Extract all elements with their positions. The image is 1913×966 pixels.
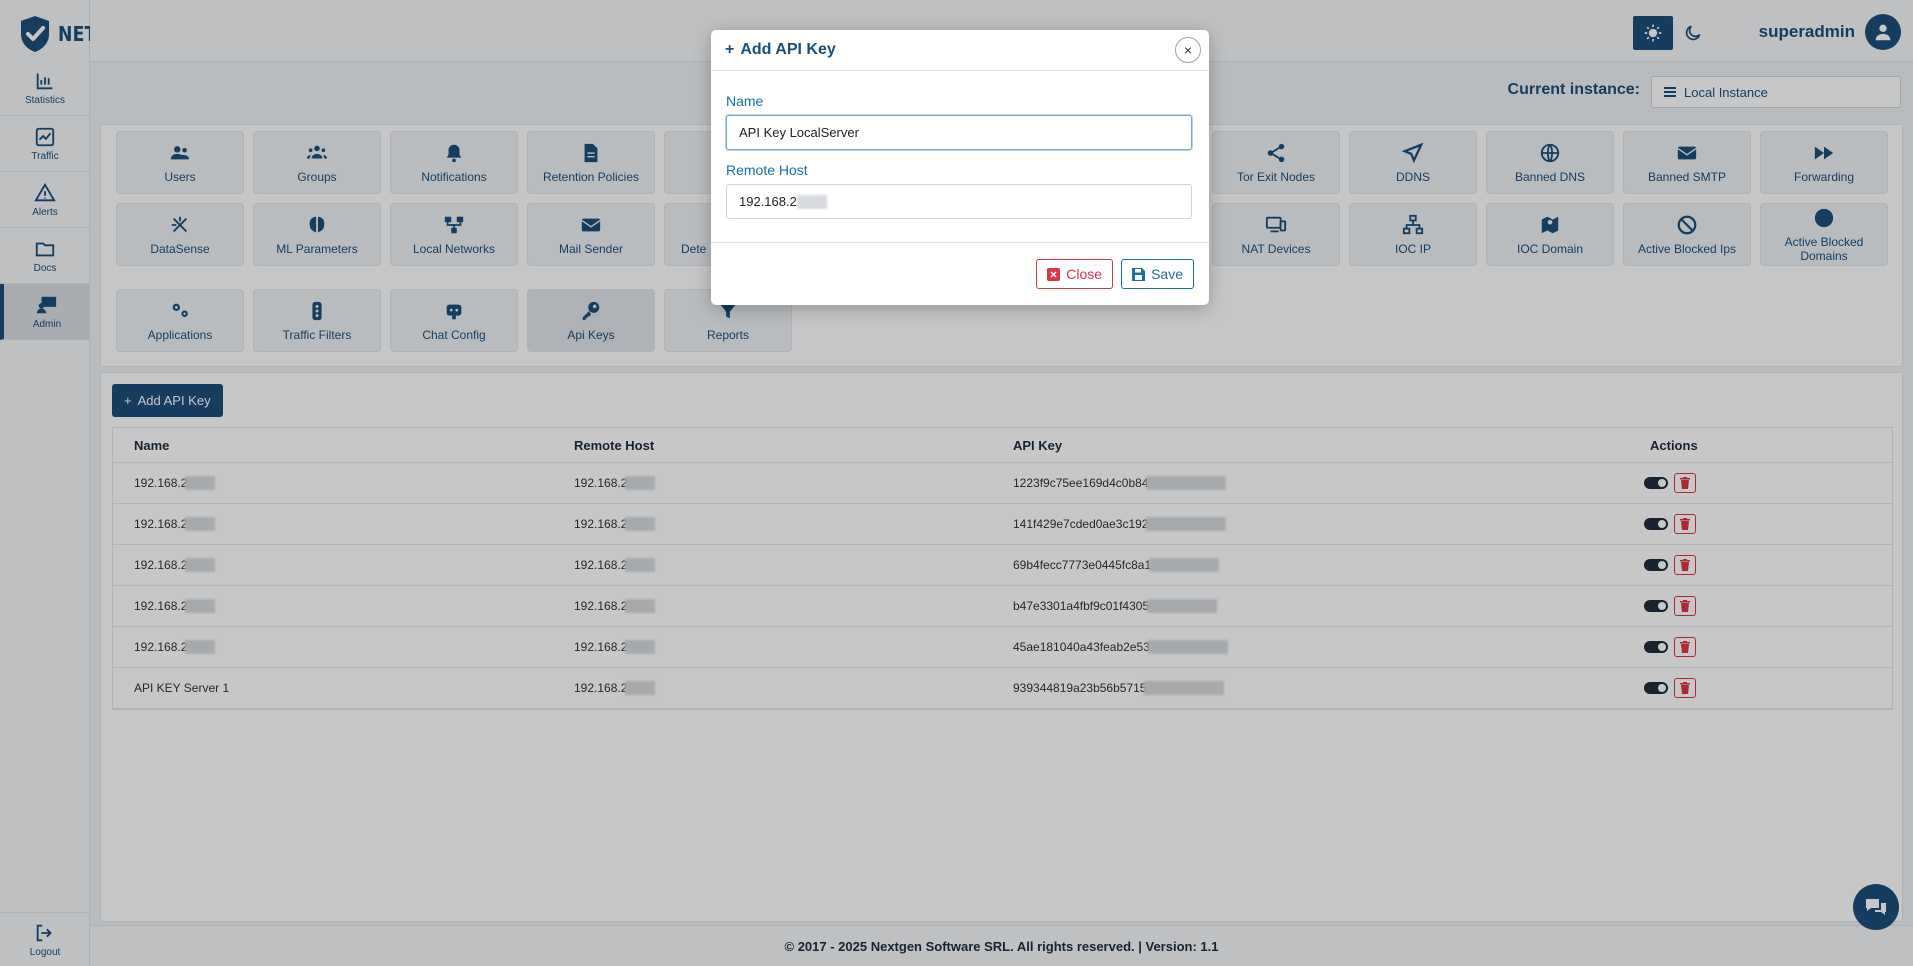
modal-footer: Close Save	[711, 242, 1209, 305]
modal-close-icon[interactable]: ×	[1175, 37, 1201, 63]
name-input-value: API Key LocalServer	[739, 125, 859, 140]
save-icon	[1132, 267, 1146, 281]
remote-host-label: Remote Host	[726, 162, 808, 178]
modal-title: Add API Key	[740, 41, 836, 58]
close-square-icon	[1047, 267, 1061, 281]
modal-body: Name API Key LocalServer Remote Host 192…	[711, 93, 1209, 219]
remote-host-input-value: 192.168.2	[739, 194, 797, 209]
name-label: Name	[726, 93, 764, 109]
modal-header: + Add API Key	[711, 30, 1209, 71]
close-button-label: Close	[1066, 266, 1103, 282]
name-input[interactable]: API Key LocalServer	[726, 115, 1192, 150]
add-api-key-modal: + Add API Key × Name API Key LocalServer…	[711, 30, 1209, 305]
plus-icon: +	[725, 41, 735, 58]
close-button[interactable]: Close	[1036, 259, 1114, 289]
save-button[interactable]: Save	[1121, 259, 1194, 289]
save-button-label: Save	[1151, 266, 1183, 282]
remote-host-input[interactable]: 192.168.2	[726, 184, 1192, 219]
